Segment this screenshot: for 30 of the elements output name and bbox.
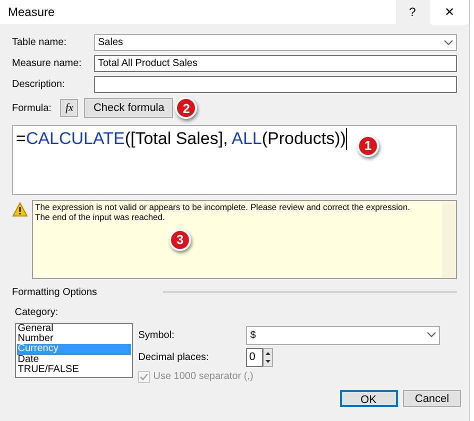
- decimal-places-field[interactable]: 0: [246, 348, 264, 366]
- function-button[interactable]: fx: [60, 99, 78, 118]
- symbol-label: Symbol:: [138, 328, 176, 343]
- list-item[interactable]: General: [16, 324, 131, 334]
- help-button[interactable]: ?: [396, 0, 430, 24]
- checkbox-label: Use 1000 separator (,): [153, 370, 254, 384]
- list-item[interactable]: Date: [16, 354, 131, 365]
- field-label: Table name:: [12, 36, 68, 50]
- error-message: The expression is not valid or appears to be incomplete. Please review and correct the expression.: [35, 202, 411, 212]
- field-label: Measure name:: [12, 57, 82, 71]
- window-title: Measure: [8, 4, 56, 21]
- text-field[interactable]: Total All Product Sales: [94, 55, 457, 72]
- symbol-dropdown[interactable]: $: [246, 326, 440, 345]
- ok-button[interactable]: OK: [340, 390, 398, 408]
- check-formula-button[interactable]: Check formula: [84, 98, 174, 118]
- category-label: Category:: [14, 306, 60, 320]
- list-item[interactable]: Number: [16, 334, 131, 344]
- error-message: The end of the input was reached.: [35, 212, 165, 222]
- category-list[interactable]: General Number Currency Date TRUE/FALSE: [14, 323, 133, 378]
- cancel-button[interactable]: Cancel: [403, 390, 461, 408]
- formula-editor[interactable]: =CALCULATE([Total Sales], ALL(Products)): [16, 128, 347, 150]
- callout-number: 2: [175, 97, 198, 120]
- decimal-places-label: Decimal places:: [138, 350, 210, 364]
- table-name-dropdown[interactable]: Sales: [94, 34, 457, 51]
- section-title: Formatting Options: [12, 286, 98, 300]
- formula-label: Formula:: [12, 102, 52, 116]
- callout-number: 3: [169, 228, 191, 251]
- field-label: Description:: [12, 78, 66, 92]
- list-item[interactable]: TRUE/FALSE: [16, 364, 131, 376]
- callout-number: 1: [357, 134, 379, 157]
